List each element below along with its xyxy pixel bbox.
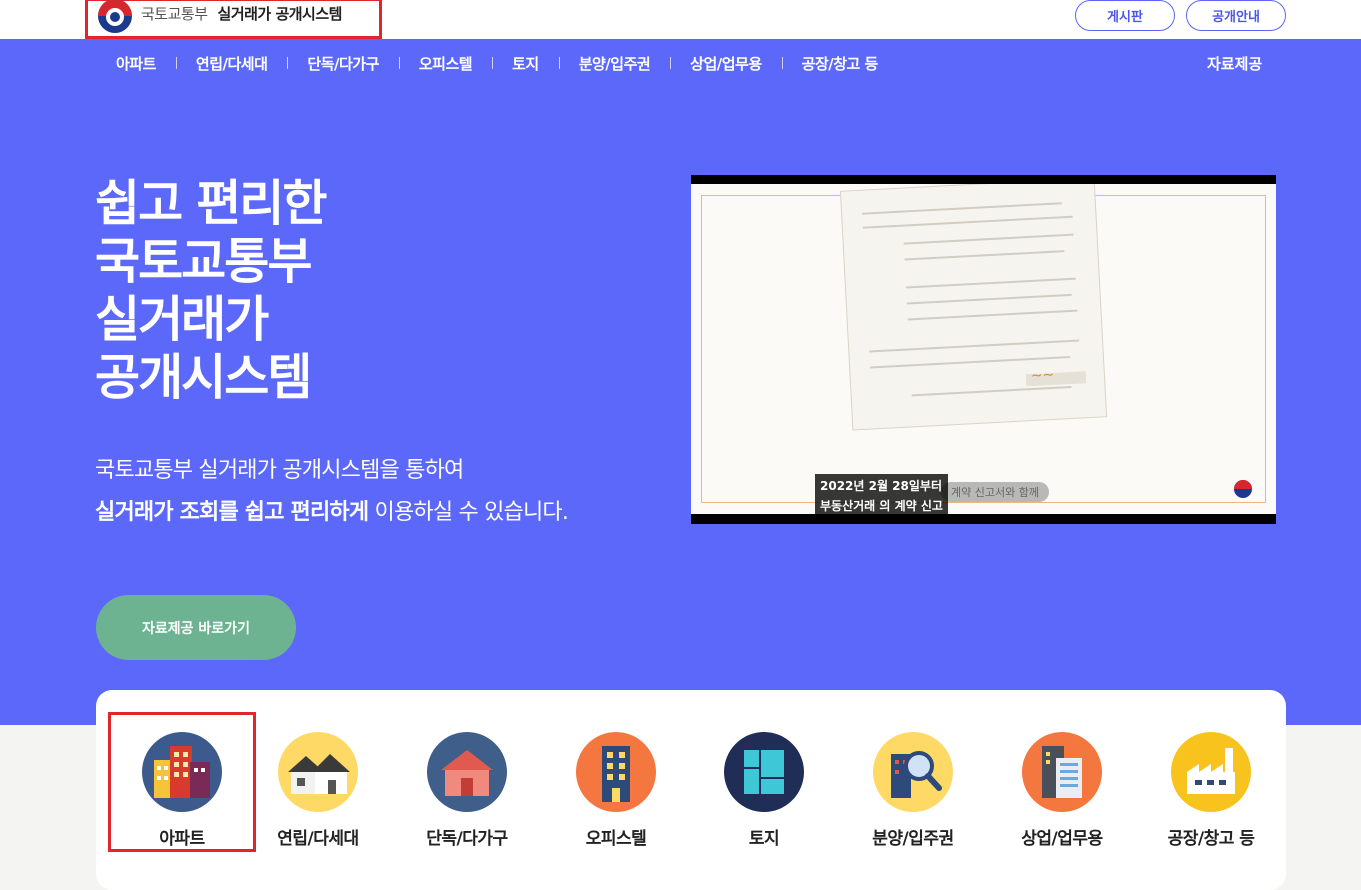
category-label: 공장/창고 등	[1167, 829, 1255, 849]
logo-org-name: 국토교통부	[141, 5, 208, 23]
nav-item-detached-house[interactable]: 단독/다가구	[287, 53, 398, 74]
video-subtitle-ghost: 계약 신고서와 함께	[941, 482, 1049, 502]
video-subtitle: 2022년 2월 28일부터 부동산거래 의 계약 신고	[815, 474, 948, 514]
category-label: 토지	[748, 829, 780, 849]
nav-item-apartment[interactable]: 아파트	[96, 53, 176, 74]
ministry-seal-icon	[1234, 480, 1252, 498]
category-presale[interactable]: 분양/입주권	[839, 712, 987, 852]
hero-description-line2: 실거래가 조회를 쉽고 편리하게 이용하실 수 있습니다.	[95, 494, 569, 526]
headline-line: 실거래가	[95, 291, 269, 348]
board-button[interactable]: 게시판	[1075, 0, 1175, 31]
apartment-icon	[142, 732, 222, 812]
hero-description-rest: 이용하실 수 있습니다.	[368, 500, 569, 525]
factory-icon	[1171, 732, 1251, 812]
category-label: 아파트	[159, 829, 205, 849]
site-logo[interactable]: 국토교통부 실거래가 공개시스템	[85, 0, 382, 39]
category-label: 분양/입주권	[872, 829, 954, 849]
category-commercial[interactable]: 상업/업무용	[988, 712, 1136, 852]
detached-house-icon	[427, 732, 507, 812]
category-panel: 아파트 연립/다세대 단독/다가구 오피스텔 토지 분양/입주권 상업/업무용 …	[96, 690, 1286, 890]
category-officetel[interactable]: 오피스텔	[542, 712, 690, 852]
data-provision-cta-button[interactable]: 자료제공 바로가기	[96, 595, 296, 660]
government-emblem-icon	[98, 0, 132, 33]
category-detached-house[interactable]: 단독/다가구	[393, 712, 541, 852]
nav-item-row-house[interactable]: 연립/다세대	[175, 53, 287, 74]
nav-item-factory[interactable]: 공장/창고 등	[781, 53, 898, 74]
category-apartment[interactable]: 아파트	[108, 712, 256, 852]
logo-site-title: 실거래가 공개시스템	[217, 5, 343, 23]
category-factory[interactable]: 공장/창고 등	[1137, 712, 1285, 852]
commercial-building-icon	[1022, 732, 1102, 812]
category-label: 연립/다세대	[277, 829, 359, 849]
nav-item-commercial[interactable]: 상업/업무용	[670, 53, 781, 74]
nav-item-data-provision[interactable]: 자료제공	[1207, 53, 1262, 74]
headline-line: 국토교통부	[95, 233, 312, 290]
video-frame: ~~ 계약 신고서와 함께 2022년 2월 28일부터 부동산거래 의 계약 …	[691, 184, 1276, 514]
hero-description-emphasis: 실거래가 조회를 쉽고 편리하게	[95, 500, 369, 525]
nav-item-officetel[interactable]: 오피스텔	[398, 53, 492, 74]
category-land[interactable]: 토지	[690, 712, 838, 852]
intro-video-player[interactable]: ~~ 계약 신고서와 함께 2022년 2월 28일부터 부동산거래 의 계약 …	[691, 175, 1276, 524]
top-bar: 국토교통부 실거래가 공개시스템 게시판 공개안내	[0, 0, 1361, 39]
hero-headline: 쉽고 편리한 국토교통부 실거래가 공개시스템	[95, 175, 327, 407]
nav-item-land[interactable]: 토지	[492, 53, 559, 74]
land-icon	[724, 732, 804, 812]
hero-description-line1: 국토교통부 실거래가 공개시스템을 통하여	[95, 458, 464, 483]
main-nav: 아파트 연립/다세대 단독/다가구 오피스텔 토지 분양/입주권 상업/업무용 …	[96, 53, 898, 74]
hero-section: 아파트 연립/다세대 단독/다가구 오피스텔 토지 분양/입주권 상업/업무용 …	[0, 39, 1361, 725]
category-label: 상업/업무용	[1021, 829, 1103, 849]
contract-document-illustration: ~~	[839, 184, 1108, 431]
presale-search-icon	[873, 732, 953, 812]
headline-line: 공개시스템	[95, 349, 312, 406]
nav-item-presale[interactable]: 분양/입주권	[558, 53, 670, 74]
row-house-icon	[278, 732, 358, 812]
signature-mark: ~~	[1030, 366, 1055, 385]
officetel-icon	[576, 732, 656, 812]
category-label: 오피스텔	[585, 829, 647, 849]
category-row-house[interactable]: 연립/다세대	[244, 712, 392, 852]
category-label: 단독/다가구	[426, 829, 508, 849]
headline-line: 쉽고 편리한	[95, 175, 327, 232]
disclosure-guide-button[interactable]: 공개안내	[1186, 0, 1286, 31]
